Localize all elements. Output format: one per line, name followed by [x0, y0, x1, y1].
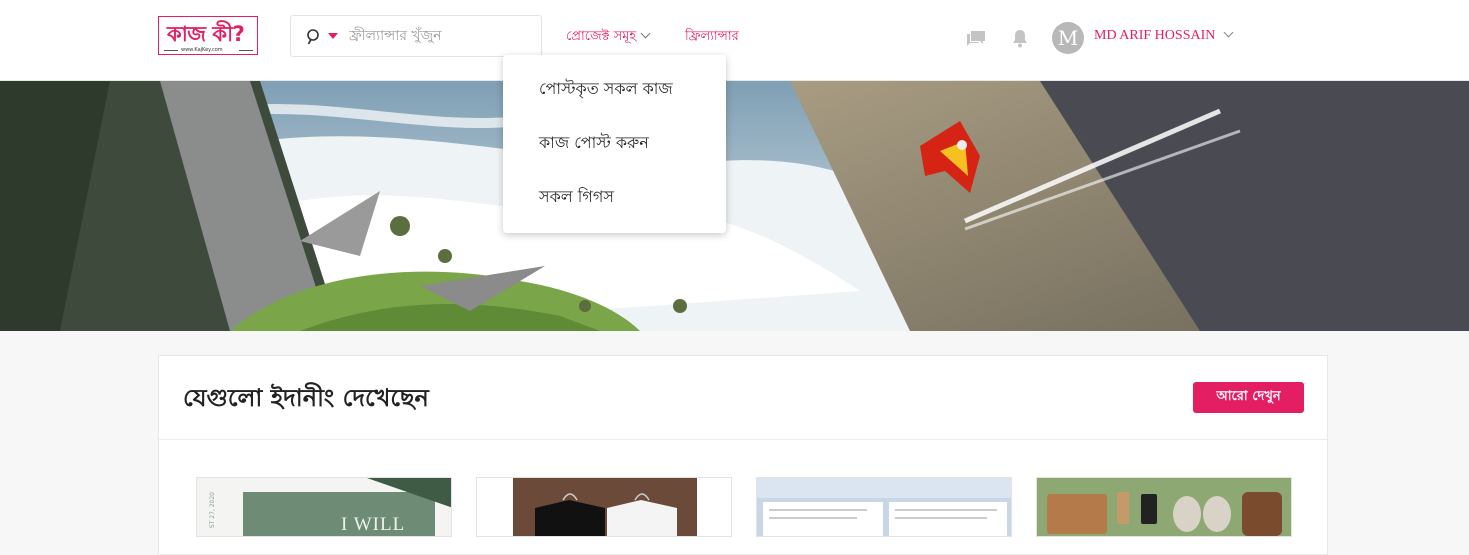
logo-subtext: www.KajKey.com — [181, 47, 223, 53]
bell-icon[interactable] — [1011, 28, 1029, 48]
top-header: কাজ কী? www.KajKey.com প্রোজেক্ট সমূহ ফ্… — [0, 0, 1469, 81]
recent-card[interactable] — [476, 477, 732, 537]
chevron-down-icon — [640, 28, 651, 39]
section-title: যেগুলো ইদানীং দেখেছেন — [183, 384, 429, 412]
section-divider — [159, 439, 1327, 440]
hero-illustration — [0, 81, 1469, 331]
menu-item-post-job[interactable]: কাজ পোস্ট করুন — [539, 130, 649, 157]
chat-icon[interactable] — [966, 29, 986, 47]
search-input[interactable] — [349, 25, 534, 47]
search-type-caret-icon[interactable] — [328, 33, 338, 39]
site-logo[interactable]: কাজ কী? www.KajKey.com — [158, 16, 258, 55]
card-date: ST 27, 2020 — [209, 492, 216, 529]
card-thumbnail — [757, 478, 1011, 536]
user-menu-chevron-icon[interactable] — [1223, 27, 1234, 38]
card-thumbnail — [477, 478, 731, 536]
logo-rule-right — [239, 50, 253, 51]
user-name[interactable]: MD ARIF HOSSAIN — [1094, 28, 1215, 44]
recent-card[interactable] — [1036, 477, 1292, 537]
logo-rule-left — [164, 50, 178, 51]
nav-projects-label: প্রোজেক্ট সমূহ — [566, 29, 637, 44]
projects-dropdown-menu: পোস্টকৃত সকল কাজ কাজ পোস্ট করুন সকল গিগস — [503, 55, 726, 233]
search-icon[interactable] — [303, 27, 323, 47]
menu-item-all-gigs[interactable]: সকল গিগস — [539, 184, 614, 211]
card-caption: I WILL — [341, 514, 406, 535]
recently-viewed-section: যেগুলো ইদানীং দেখেছেন আরো দেখুন ST 27, 2… — [158, 355, 1328, 555]
nav-freelancer[interactable]: ফ্রিল্যান্সার — [685, 27, 739, 48]
hero-banner — [0, 81, 1469, 331]
nav-projects[interactable]: প্রোজেক্ট সমূহ — [566, 27, 651, 48]
search-box — [290, 15, 542, 57]
avatar[interactable]: M — [1052, 22, 1084, 54]
card-thumbnail — [197, 478, 451, 536]
see-more-button[interactable]: আরো দেখুন — [1193, 382, 1304, 413]
recent-card[interactable] — [756, 477, 1012, 537]
card-thumbnail — [1037, 478, 1291, 536]
recent-card[interactable]: ST 27, 2020 I WILL — [196, 477, 452, 537]
menu-item-posted-jobs[interactable]: পোস্টকৃত সকল কাজ — [539, 76, 673, 103]
